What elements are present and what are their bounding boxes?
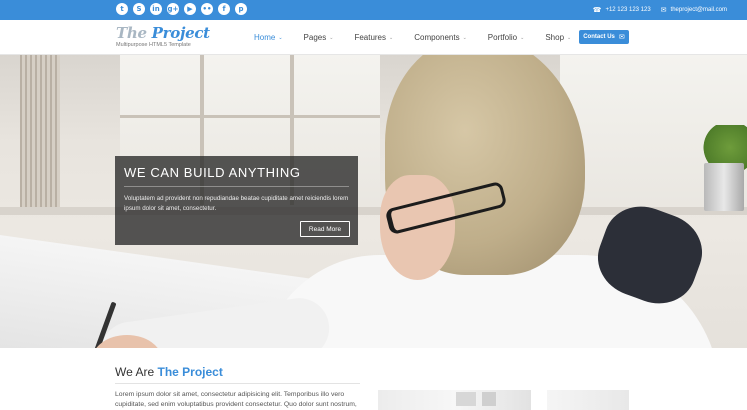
envelope-icon: ✉ <box>618 33 625 41</box>
nav-item-portfolio[interactable]: Portfolio ⌄ <box>488 33 525 42</box>
nav-item-label: Features <box>354 33 387 42</box>
linkedin-icon[interactable]: in <box>150 3 162 15</box>
nav-item-home[interactable]: Home ⌄ <box>254 33 283 42</box>
chevron-down-icon: ⌄ <box>278 34 283 41</box>
nav-item-label: Home <box>254 33 276 42</box>
section-divider <box>115 383 360 384</box>
envelope-icon: ✉ <box>660 6 667 14</box>
skype-icon[interactable]: S <box>133 3 145 15</box>
facebook-icon[interactable]: f <box>218 3 230 15</box>
hero-plant-pot <box>704 163 744 211</box>
phone-icon: ☎ <box>592 6 602 14</box>
chevron-down-icon: ⌄ <box>389 34 394 41</box>
hero-curtain <box>20 55 60 215</box>
phone-number: +12 123 123 123 <box>605 7 651 13</box>
logo-text: The Project <box>116 24 210 42</box>
nav-item-label: Portfolio <box>487 33 518 42</box>
section-image-secondary <box>547 390 629 410</box>
site-header: The Project Multipurpose HTML5 Template … <box>0 20 747 55</box>
chevron-down-icon: ⌄ <box>462 34 467 41</box>
section-title: We Are The Project <box>115 365 223 379</box>
nav-item-features[interactable]: Features ⌄ <box>354 33 393 42</box>
section-image <box>378 390 531 410</box>
image-shelf <box>456 392 476 406</box>
contact-us-label: Contact Us <box>583 34 615 40</box>
social-links: t Sin g+ ▶ •• f p <box>116 3 247 15</box>
hero-caption: WE CAN BUILD ANYTHING Voluptatem ad prov… <box>115 156 358 245</box>
chevron-down-icon: ⌄ <box>567 34 572 41</box>
hero-slider: WE CAN BUILD ANYTHING Voluptatem ad prov… <box>0 55 747 348</box>
hero-divider <box>124 186 349 187</box>
nav-item-label: Components <box>414 33 460 42</box>
email-info[interactable]: ✉ theproject@mail.com <box>661 6 727 14</box>
nav-item-shop[interactable]: Shop ⌄ <box>545 33 571 42</box>
hero-title: WE CAN BUILD ANYTHING <box>124 165 301 180</box>
twitter-icon[interactable]: t <box>116 3 128 15</box>
image-shelf <box>482 392 496 406</box>
contact-info: ☎ +12 123 123 123 ✉ theproject@mail.com <box>593 0 727 20</box>
flickr-icon[interactable]: •• <box>201 3 213 15</box>
contact-us-button[interactable]: Contact Us ✉ <box>579 30 629 44</box>
section-text: Lorem ipsum dolor sit amet, consectetur … <box>115 391 357 408</box>
site-logo[interactable]: The Project Multipurpose HTML5 Template <box>116 24 210 48</box>
phone-info: ☎ +12 123 123 123 <box>593 6 651 14</box>
logo-tagline: Multipurpose HTML5 Template <box>116 42 191 48</box>
read-more-button[interactable]: Read More <box>300 221 350 237</box>
nav-item-label: Shop <box>545 33 565 42</box>
hero-window-frame <box>120 115 380 118</box>
hero-text: Voluptatem ad provident non repudiandae … <box>124 195 349 212</box>
nav-item-pages[interactable]: Pages ⌄ <box>304 33 334 42</box>
email-link[interactable]: theproject@mail.com <box>671 7 727 13</box>
chevron-down-icon: ⌄ <box>520 34 525 41</box>
nav-item-components[interactable]: Components ⌄ <box>414 33 467 42</box>
nav-item-label: Pages <box>303 33 327 42</box>
pinterest-icon[interactable]: p <box>235 3 247 15</box>
googleplus-icon[interactable]: g+ <box>167 3 179 15</box>
youtube-icon[interactable]: ▶ <box>184 3 196 15</box>
chevron-down-icon: ⌄ <box>329 34 334 41</box>
top-bar: t Sin g+ ▶ •• f p ☎ +12 123 123 123 ✉ theproje… <box>0 0 747 20</box>
